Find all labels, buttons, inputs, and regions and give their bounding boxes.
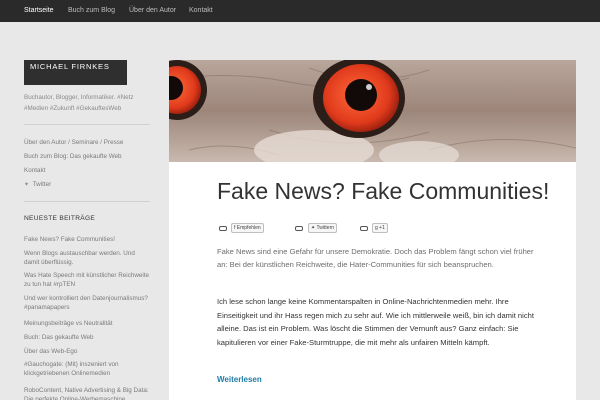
sidebar-link-book[interactable]: Buch zum Blog: Das gekaufte Web — [24, 152, 150, 161]
twitter-icon: ✦ — [311, 225, 316, 231]
nav-ueber-den-autor[interactable]: Über den Autor — [129, 0, 176, 22]
nav-buch-zum-blog[interactable]: Buch zum Blog — [68, 0, 115, 22]
gplus-share-label: +1 — [379, 225, 385, 231]
recent-post-link[interactable]: Wenn Blogs austauschbar werden. Und dami… — [24, 249, 150, 267]
sidebar-divider — [24, 201, 150, 202]
top-navigation: Startseite Buch zum Blog Über den Autor … — [0, 0, 600, 22]
recent-post-link[interactable]: Was Hate Speech mit künstlicher Reichwei… — [24, 271, 150, 289]
site-tagline: Buchautor, Blogger, Informatiker. #Netz … — [24, 94, 134, 112]
twitter-share-button[interactable]: ✦ Twittern — [308, 223, 338, 233]
recent-post-link[interactable]: #Gauchogate: (Mit) inszeniert von klickg… — [24, 360, 150, 378]
gplus-share-button[interactable]: g +1 — [372, 223, 388, 233]
sidebar-link-twitter-label: Twitter — [32, 181, 52, 188]
post-lead: Fake News sind eine Gefahr für unsere De… — [217, 247, 534, 269]
recent-post-link[interactable]: Über das Web-Ego — [24, 347, 150, 356]
twitter-share-label: Twittern — [316, 225, 335, 231]
toggle-icon[interactable] — [360, 226, 368, 231]
recent-post-link[interactable]: Meinungsbeiträge vs Neutralität — [24, 319, 150, 328]
post-excerpt: Ich lese schon lange keine Kommentarspal… — [217, 297, 534, 347]
owl-photo — [169, 60, 576, 162]
site-title[interactable]: Michael Firnkes — [24, 60, 127, 85]
sidebar-link-twitter[interactable]: ✦ Twitter — [24, 180, 150, 190]
nav-startseite[interactable]: Startseite — [24, 0, 54, 22]
recent-posts-heading: NEUESTE BEITRÄGE — [24, 215, 96, 222]
recent-post-link[interactable]: Buch: Das gekaufte Web — [24, 333, 150, 342]
post-card: Fake News? Fake Communities! f Empfehlen… — [169, 162, 576, 400]
sidebar-link-author[interactable]: Über den Autor / Seminare / Presse — [24, 138, 150, 147]
recent-post-link[interactable]: RoboContent, Native Advertising & Big Da… — [24, 386, 150, 400]
sidebar-link-contact[interactable]: Kontakt — [24, 166, 150, 175]
post-title[interactable]: Fake News? Fake Communities! — [217, 178, 549, 205]
facebook-like-label: Empfehlen — [236, 225, 261, 231]
twitter-icon: ✦ — [24, 182, 30, 188]
toggle-icon[interactable] — [295, 226, 303, 231]
nav-kontakt[interactable]: Kontakt — [189, 0, 213, 22]
recent-post-link[interactable]: Und wer kontrolliert den Datenjournalism… — [24, 294, 150, 312]
gplus-icon: g — [375, 225, 378, 231]
facebook-icon: f — [234, 225, 236, 231]
toggle-icon[interactable] — [219, 226, 227, 231]
sidebar-divider — [24, 124, 150, 125]
read-more-link[interactable]: Weiterlesen — [217, 375, 262, 384]
featured-image-owl — [169, 60, 576, 162]
recent-post-link[interactable]: Fake News? Fake Communities! — [24, 235, 150, 244]
facebook-like-button[interactable]: f Empfehlen — [231, 223, 264, 233]
